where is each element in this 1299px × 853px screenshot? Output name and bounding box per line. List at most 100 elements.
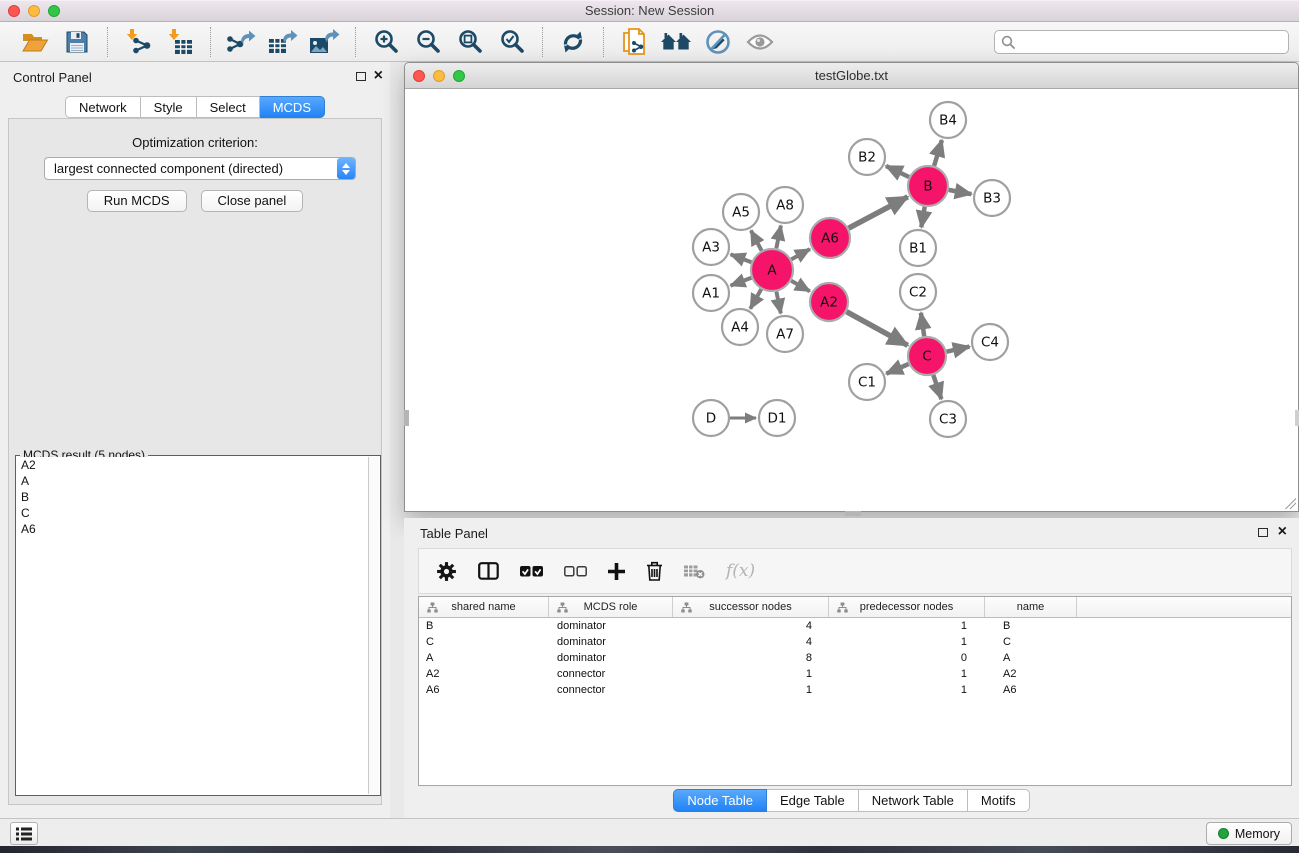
zoom-selected-icon[interactable] [491, 25, 533, 59]
column-header-shared-name[interactable]: shared name [419, 597, 549, 617]
graph-node-label-D1: D1 [768, 411, 787, 427]
table-cell: 4 [673, 636, 829, 648]
show-columns-icon[interactable] [478, 562, 499, 580]
zoom-fit-icon[interactable] [449, 25, 491, 59]
select-all-icon[interactable] [520, 566, 543, 577]
graph-edge-A-A1[interactable] [731, 278, 752, 286]
table-cell: A2 [985, 668, 1077, 680]
function-builder-icon[interactable]: f(x) [726, 561, 755, 581]
delete-table-icon[interactable] [684, 563, 705, 579]
table-row[interactable]: Bdominator41B [419, 618, 1291, 634]
splitter-handle[interactable] [845, 511, 861, 516]
mcds-result-item[interactable]: B [17, 489, 368, 505]
column-header-filler [1077, 597, 1291, 617]
float-panel-icon[interactable] [356, 72, 366, 81]
splitter-handle[interactable] [404, 410, 409, 426]
column-header-predecessor-nodes[interactable]: predecessor nodes [829, 597, 985, 617]
close-panel-icon[interactable]: × [1278, 522, 1287, 542]
new-session-from-network-icon[interactable] [613, 25, 655, 59]
table-cell: connector [549, 684, 673, 696]
criterion-dropdown[interactable]: largest connected component (directed) [44, 157, 356, 180]
tab-node-table[interactable]: Node Table [673, 789, 767, 812]
tab-mcds[interactable]: MCDS [260, 96, 325, 118]
table-cell: A [419, 652, 549, 664]
column-header-name[interactable]: name [985, 597, 1077, 617]
mcds-result-item[interactable]: A6 [17, 521, 368, 537]
export-network-icon[interactable] [220, 25, 262, 59]
graph-edge-A-A5[interactable] [751, 231, 762, 251]
graph-edge-B-B1[interactable] [921, 207, 924, 228]
table-row[interactable]: A2connector11A2 [419, 666, 1291, 682]
close-panel-icon[interactable]: × [374, 66, 383, 86]
graph-edge-C-C4[interactable] [947, 347, 970, 352]
mcds-result-item[interactable]: A [17, 473, 368, 489]
search-input[interactable] [994, 30, 1289, 54]
table-cell: B [419, 620, 549, 632]
zoom-in-icon[interactable] [365, 25, 407, 59]
search-container [994, 30, 1289, 54]
refresh-layout-icon[interactable] [552, 25, 594, 59]
export-table-icon[interactable] [262, 25, 304, 59]
import-table-icon[interactable] [159, 25, 201, 59]
table-row[interactable]: A6connector11A6 [419, 682, 1291, 698]
table-cell: A6 [985, 684, 1077, 696]
table-cell: 8 [673, 652, 829, 664]
graph-node-label-A2: A2 [820, 295, 838, 311]
column-header-successor-nodes[interactable]: successor nodes [673, 597, 829, 617]
graph-edge-A2-C[interactable] [847, 312, 908, 346]
save-session-icon[interactable] [56, 25, 98, 59]
show-panel-list-button[interactable] [10, 822, 38, 845]
export-image-icon[interactable] [304, 25, 346, 59]
import-network-icon[interactable] [117, 25, 159, 59]
graph-edge-C-C1[interactable] [886, 364, 908, 374]
column-header-MCDS-role[interactable]: MCDS role [549, 597, 673, 617]
tab-network-table[interactable]: Network Table [859, 789, 968, 812]
graph-edge-B-B4[interactable] [934, 140, 942, 166]
graph-edge-A-A6[interactable] [791, 249, 810, 259]
table-row[interactable]: Adominator80A [419, 650, 1291, 666]
table-mode-gear-icon[interactable] [436, 561, 457, 582]
mcds-result-box: MCDS result (5 nodes) A2ABCA6 [15, 455, 381, 796]
graph-edge-A-A7[interactable] [776, 292, 780, 314]
mcds-result-item[interactable]: C [17, 505, 368, 521]
table-cell: 1 [673, 668, 829, 680]
tab-network[interactable]: Network [65, 96, 141, 118]
resize-grip[interactable] [1285, 498, 1296, 509]
graph-edge-C-C3[interactable] [933, 375, 941, 399]
graph-edge-A6-B[interactable] [849, 197, 908, 228]
graph-edge-A-A2[interactable] [791, 281, 810, 291]
graph-edge-A-A3[interactable] [731, 254, 752, 262]
open-session-icon[interactable] [14, 25, 56, 59]
memory-button[interactable]: Memory [1206, 822, 1292, 845]
graph-edge-A-A4[interactable] [750, 289, 761, 309]
delete-columns-icon[interactable] [646, 561, 663, 581]
zoom-out-icon[interactable] [407, 25, 449, 59]
show-hide-graphics-icon[interactable] [739, 25, 781, 59]
mcds-result-item[interactable]: A2 [17, 457, 368, 473]
result-scrollbar[interactable] [368, 457, 379, 794]
tab-motifs[interactable]: Motifs [968, 789, 1030, 812]
splitter-handle[interactable] [1295, 410, 1299, 426]
tab-select[interactable]: Select [197, 96, 260, 118]
add-column-icon[interactable] [608, 563, 625, 580]
table-row[interactable]: Cdominator41C [419, 634, 1291, 650]
table-cell: C [419, 636, 549, 648]
home-icon[interactable] [655, 25, 697, 59]
table-panel: Table Panel × [404, 518, 1299, 818]
run-mcds-button[interactable]: Run MCDS [87, 190, 187, 212]
tab-edge-table[interactable]: Edge Table [767, 789, 859, 812]
graph-edge-A-A8[interactable] [776, 226, 781, 249]
graph-edge-C-C2[interactable] [921, 313, 924, 336]
graph-edge-B-B3[interactable] [949, 190, 972, 194]
float-panel-icon[interactable] [1258, 528, 1268, 537]
deselect-all-icon[interactable] [564, 566, 587, 577]
mcds-result-list[interactable]: A2ABCA6 [17, 457, 368, 794]
list-icon [16, 827, 32, 841]
annotation-mode-icon[interactable] [697, 25, 739, 59]
graph-edge-B-B2[interactable] [886, 166, 909, 177]
close-panel-button[interactable]: Close panel [201, 190, 304, 212]
network-canvas[interactable]: B4B2BB3A5A8A6A3AB1A1C2A2A4A7C4CC1C3DD1 [405, 89, 1298, 511]
tab-style[interactable]: Style [141, 96, 197, 118]
memory-label: Memory [1235, 827, 1280, 841]
network-window-titlebar[interactable]: testGlobe.txt [405, 63, 1298, 89]
